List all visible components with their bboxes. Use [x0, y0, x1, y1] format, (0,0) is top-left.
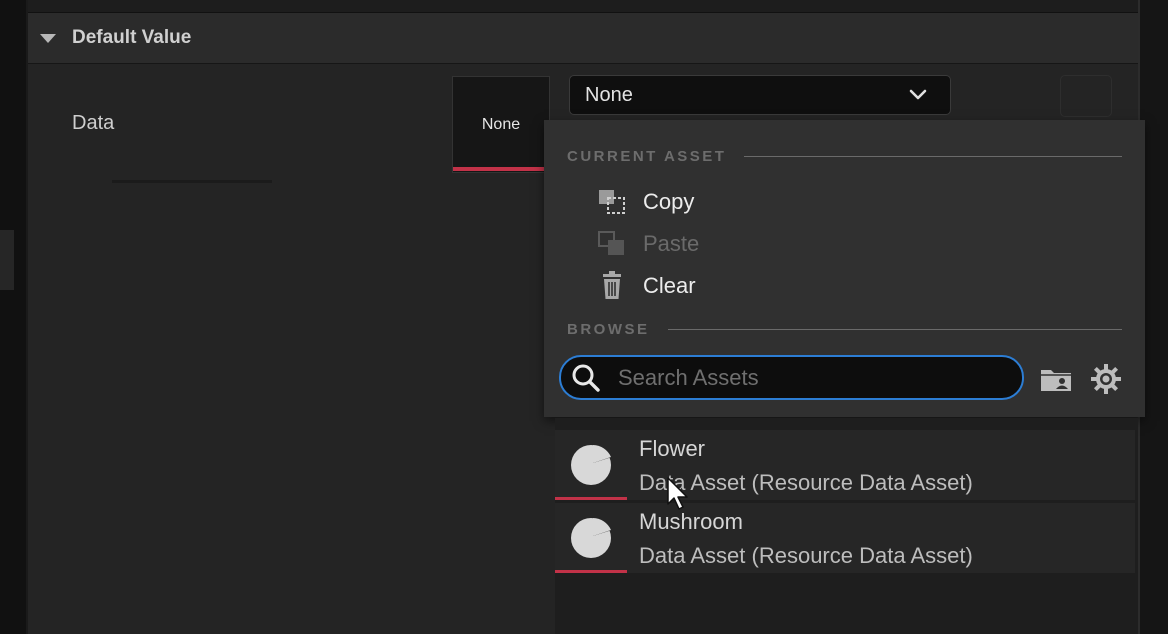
search-icon [570, 362, 602, 394]
clear-label: Clear [643, 273, 696, 298]
trash-icon [596, 271, 628, 301]
asset-type: Data Asset (Resource Data Asset) [639, 543, 973, 568]
asset-accent-bar [555, 497, 627, 500]
thumbnail-accent-bar [453, 167, 545, 171]
label-divider [112, 180, 272, 183]
left-edge-notch [0, 230, 14, 290]
copy-label: Copy [643, 189, 695, 214]
search-input[interactable] [616, 363, 1000, 392]
chevron-down-icon [908, 88, 928, 102]
browse-divider-line [667, 329, 1122, 330]
combo-background-edge [1060, 75, 1112, 117]
asset-thumbnail[interactable]: None [452, 76, 550, 173]
data-asset-pie-icon [555, 430, 627, 500]
browse-header: BROWSE [567, 321, 1122, 338]
asset-picker-combo[interactable]: None [569, 75, 951, 115]
property-label: Data [72, 112, 115, 134]
asset-name: Flower [639, 436, 706, 461]
mouse-cursor-icon [666, 476, 692, 512]
clear-menu-item[interactable]: Clear [596, 268, 696, 304]
copy-icon [596, 187, 628, 217]
paste-label: Paste [643, 231, 700, 256]
default-value-section-header[interactable]: Default Value [28, 13, 1138, 64]
header-divider-line [744, 156, 1122, 157]
current-asset-header: CURRENT ASSET [567, 148, 1122, 165]
asset-name: Mushroom [639, 509, 743, 534]
paste-menu-item[interactable]: Paste [596, 226, 699, 262]
asset-picker-dropdown: CURRENT ASSET Copy Paste Clear BROWSE Se… [544, 120, 1145, 417]
asset-accent-bar [555, 570, 627, 573]
thumbnail-text: None [481, 115, 521, 133]
asset-row-flower[interactable]: Flower Data Asset (Resource Data Asset) [555, 430, 1135, 500]
folder-icon[interactable] [1038, 362, 1074, 396]
search-assets-box[interactable] [559, 355, 1024, 400]
left-edge-panel [0, 0, 26, 634]
asset-list: Flower Data Asset (Resource Data Asset) … [555, 418, 1138, 634]
asset-row-mushroom[interactable]: Mushroom Data Asset (Resource Data Asset… [555, 503, 1135, 573]
panel-top-bar [28, 0, 1138, 13]
collapse-triangle-icon[interactable] [40, 33, 56, 43]
combo-selected-value: None [585, 83, 633, 106]
browse-header-text: BROWSE [567, 321, 650, 338]
section-title: Default Value [72, 27, 192, 48]
copy-menu-item[interactable]: Copy [596, 184, 694, 220]
current-asset-header-text: CURRENT ASSET [567, 148, 727, 165]
paste-icon [596, 229, 628, 259]
data-asset-pie-icon [555, 503, 627, 573]
settings-gear-icon[interactable] [1088, 362, 1124, 396]
